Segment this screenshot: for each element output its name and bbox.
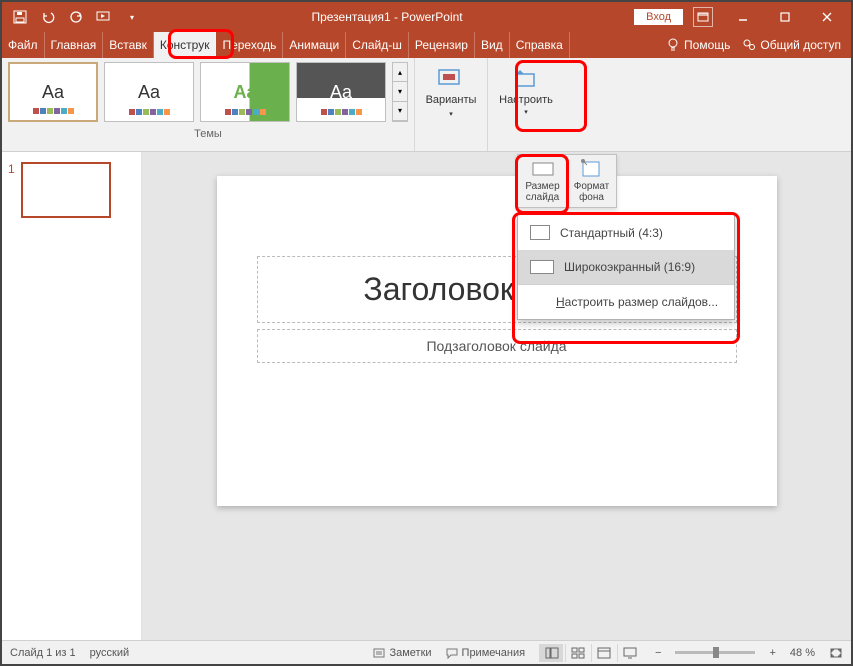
share-label: Общий доступ xyxy=(760,38,841,52)
slide-size-label: Размер слайда xyxy=(520,181,565,203)
comments-label: Примечания xyxy=(462,647,526,659)
ratio-4-3-icon xyxy=(530,225,550,240)
tab-transitions[interactable]: Переходь xyxy=(216,32,283,58)
quick-access-toolbar: ▾ xyxy=(6,9,140,25)
slide-number: 1 xyxy=(8,162,15,218)
statusbar: Слайд 1 из 1 русский Заметки Примечания … xyxy=(2,640,851,664)
variants-label: Варианты xyxy=(426,94,477,106)
signin-button[interactable]: Вход xyxy=(634,9,683,25)
theme-thumb-3[interactable]: Aa xyxy=(200,62,290,122)
zoom-out-button[interactable]: − xyxy=(655,647,661,659)
window-title: Презентация1 - PowerPoint xyxy=(140,10,634,24)
themes-group-label: Темы xyxy=(8,122,408,140)
slide-editor[interactable]: Заголовок слайда Подзаголовок слайда xyxy=(142,152,851,640)
slide-thumbnail-panel: 1 xyxy=(2,152,142,640)
window-controls: Вход xyxy=(634,3,847,31)
ribbon-tabs: Файл Главная Вставк Конструк Переходь Ан… xyxy=(2,32,851,58)
customize-icon xyxy=(512,68,540,92)
view-reading-icon[interactable] xyxy=(591,644,615,662)
customize-group: Настроить ▾ xyxy=(488,58,564,151)
slide-size-icon xyxy=(530,159,556,179)
slide-thumbnail-1[interactable] xyxy=(21,162,111,218)
close-button[interactable] xyxy=(807,3,847,31)
size-custom-mnemonic: Н xyxy=(556,295,565,309)
ribbon: Aa Aa Aa Aa ▴ ▾ ▾ Темы xyxy=(2,58,851,152)
tab-home[interactable]: Главная xyxy=(45,32,104,58)
size-standard-option[interactable]: Стандартный (4:3) xyxy=(518,215,734,250)
theme-thumb-1[interactable]: Aa xyxy=(8,62,98,122)
tell-me[interactable]: Помощь xyxy=(666,38,730,52)
redo-icon[interactable] xyxy=(68,9,84,25)
customize-button[interactable]: Настроить ▾ xyxy=(496,64,556,120)
titlebar: ▾ Презентация1 - PowerPoint Вход xyxy=(2,2,851,32)
themes-group: Aa Aa Aa Aa ▴ ▾ ▾ Темы xyxy=(2,58,415,151)
tab-slideshow[interactable]: Слайд-ш xyxy=(346,32,409,58)
minimize-button[interactable] xyxy=(723,3,763,31)
tell-me-label: Помощь xyxy=(684,38,730,52)
tab-animations[interactable]: Анимаци xyxy=(283,32,346,58)
theme-scroll-up-icon[interactable]: ▴ xyxy=(393,63,407,82)
variants-group: Варианты ▾ xyxy=(415,58,488,151)
slideshow-start-icon[interactable] xyxy=(96,9,112,25)
view-sorter-icon[interactable] xyxy=(565,644,589,662)
notes-icon xyxy=(373,647,385,659)
view-slideshow-icon[interactable] xyxy=(617,644,641,662)
tab-insert[interactable]: Вставк xyxy=(103,32,154,58)
subtitle-placeholder[interactable]: Подзаголовок слайда xyxy=(257,329,737,363)
maximize-button[interactable] xyxy=(765,3,805,31)
language-indicator[interactable]: русский xyxy=(90,647,129,659)
comments-button[interactable]: Примечания xyxy=(446,647,526,659)
ribbon-display-icon[interactable] xyxy=(693,7,713,27)
tab-review[interactable]: Рецензир xyxy=(409,32,475,58)
format-background-button[interactable]: Формат фона xyxy=(567,155,616,207)
tab-help[interactable]: Справка xyxy=(510,32,570,58)
variants-icon xyxy=(437,66,465,90)
ratio-16-9-icon xyxy=(530,260,554,274)
slide-indicator[interactable]: Слайд 1 из 1 xyxy=(10,647,76,659)
theme-thumb-2[interactable]: Aa xyxy=(104,62,194,122)
size-standard-label: Стандартный (4:3) xyxy=(560,226,663,240)
zoom-in-button[interactable]: + xyxy=(769,647,775,659)
tab-view[interactable]: Вид xyxy=(475,32,510,58)
view-normal-icon[interactable] xyxy=(539,644,563,662)
tab-design[interactable]: Конструк xyxy=(154,32,217,58)
qat-more-icon[interactable]: ▾ xyxy=(124,9,140,25)
slide-size-menu: Стандартный (4:3) Широкоэкранный (16:9) … xyxy=(517,214,735,320)
format-bg-icon xyxy=(579,159,605,179)
size-widescreen-label: Широкоэкранный (16:9) xyxy=(564,260,695,274)
theme-thumb-4[interactable]: Aa xyxy=(296,62,386,122)
size-custom-label: астроить размер слайдов... xyxy=(565,295,718,309)
zoom-percent[interactable]: 48 % xyxy=(790,647,815,659)
theme-more-icon[interactable]: ▾ xyxy=(393,102,407,121)
view-buttons xyxy=(539,644,641,662)
customize-dropdown-panel: Размер слайда Формат фона xyxy=(517,154,617,208)
notes-button[interactable]: Заметки xyxy=(373,647,431,659)
share-icon xyxy=(742,38,756,52)
size-custom-option[interactable]: Настроить размер слайдов... xyxy=(518,285,734,319)
tab-file[interactable]: Файл xyxy=(2,32,45,58)
save-icon[interactable] xyxy=(12,9,28,25)
format-bg-label: Формат фона xyxy=(569,181,614,203)
variants-button[interactable]: Варианты ▾ xyxy=(423,64,479,120)
zoom-slider[interactable] xyxy=(675,651,755,654)
theme-scroller: ▴ ▾ ▾ xyxy=(392,62,408,122)
fit-to-window-icon[interactable] xyxy=(829,647,843,659)
theme-scroll-down-icon[interactable]: ▾ xyxy=(393,82,407,101)
lightbulb-icon xyxy=(666,38,680,52)
slide-size-button[interactable]: Размер слайда xyxy=(518,155,567,207)
notes-label: Заметки xyxy=(389,647,431,659)
share-button[interactable]: Общий доступ xyxy=(742,38,841,52)
size-widescreen-option[interactable]: Широкоэкранный (16:9) xyxy=(518,250,734,284)
comments-icon xyxy=(446,647,458,659)
undo-icon[interactable] xyxy=(40,9,56,25)
customize-label: Настроить xyxy=(499,94,553,106)
